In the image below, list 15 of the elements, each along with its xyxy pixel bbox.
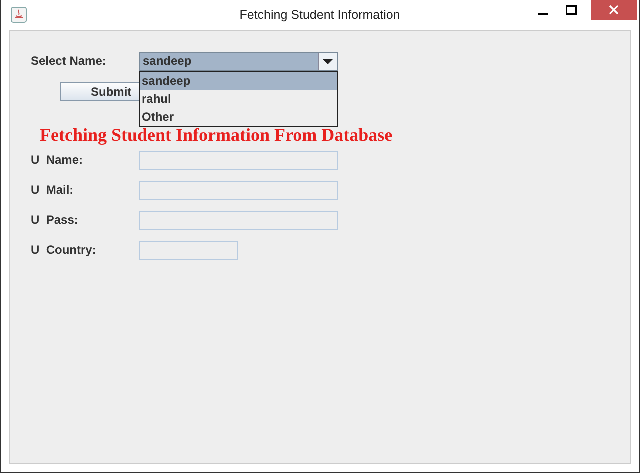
close-button[interactable] — [591, 0, 637, 20]
app-icon — [11, 7, 27, 23]
field-label: U_Pass: — [31, 213, 80, 227]
field-label: U_Mail: — [31, 183, 75, 197]
maximize-icon — [566, 5, 576, 15]
window-title: Fetching Student Information — [238, 8, 402, 22]
dropdown-option[interactable]: sandeep — [140, 72, 337, 90]
name-dropdown[interactable]: sandeep — [139, 52, 338, 70]
close-icon — [609, 5, 619, 15]
field-label: Select Name: — [31, 54, 108, 68]
dropdown-option[interactable]: Other — [140, 108, 337, 126]
heading: Fetching Student Information From Database — [40, 125, 394, 145]
field-label: U_Country: — [31, 243, 98, 257]
minimize-icon — [538, 12, 548, 14]
field-label: U_Name: — [31, 153, 84, 167]
